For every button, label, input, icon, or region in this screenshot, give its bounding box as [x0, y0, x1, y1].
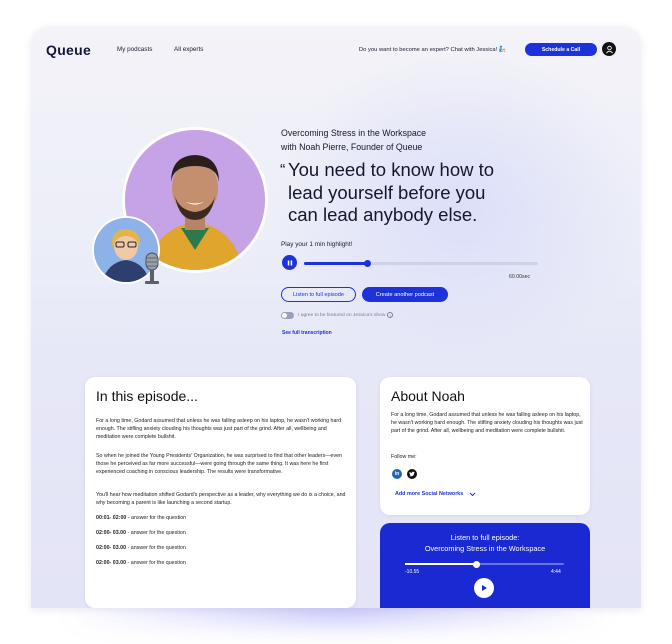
- genie-icon: 🧞: [498, 47, 507, 53]
- linkedin-icon[interactable]: in: [392, 469, 402, 479]
- nav-all-experts[interactable]: All experts: [174, 46, 203, 53]
- toggle-knob: [282, 313, 287, 318]
- episode-title: Overcoming Stress in the Workspace: [281, 128, 427, 138]
- pause-button[interactable]: [282, 255, 297, 270]
- feature-consent-text: I agree to be featured on Jessica's show: [298, 312, 386, 318]
- microphone-glyph: [145, 252, 159, 284]
- add-social-networks-label: Add more Social Networks: [395, 491, 464, 497]
- pause-icon: [287, 260, 292, 265]
- feature-consent-label: I agree to be featured on Jessica's show…: [298, 312, 394, 318]
- timeline-item[interactable]: 00:01- 02:00 - answer for the question: [96, 515, 186, 521]
- about-text: For a long time, Godard assumed that unl…: [391, 412, 583, 434]
- timeline-item[interactable]: 02:00- 03.00 - answer for the question: [96, 560, 186, 566]
- player-label: Listen to full episode:: [450, 533, 520, 542]
- player-progress-bar[interactable]: [405, 560, 564, 568]
- quote-line: You need to know how to: [288, 159, 495, 180]
- twitter-icon[interactable]: [407, 469, 417, 479]
- chat-prompt-text[interactable]: Do you want to become an expert? Chat wi…: [359, 47, 497, 53]
- play-button[interactable]: [474, 578, 494, 598]
- logo[interactable]: Queue: [46, 42, 91, 58]
- timeline-item[interactable]: 02:00- 03.00 - answer for the question: [96, 530, 186, 536]
- episode-quote: “ You need to know how to lead yourself …: [280, 159, 560, 227]
- play-icon: [482, 585, 487, 591]
- timeline-text: - answer for the question: [126, 515, 187, 521]
- highlight-progress-bar[interactable]: [304, 259, 538, 267]
- schedule-call-button[interactable]: Schedule a Call: [525, 43, 597, 56]
- timeline-text: - answer for the question: [126, 545, 186, 551]
- nav-my-podcasts[interactable]: My podcasts: [117, 46, 152, 53]
- timeline-text: - answer for the question: [126, 530, 186, 536]
- player-progress-fill: [405, 563, 477, 565]
- player-total-time: 4:44: [551, 569, 561, 575]
- quote-mark: “: [280, 162, 286, 179]
- quote-line: lead yourself before you: [288, 181, 486, 203]
- timeline-text: - answer for the question: [126, 560, 186, 566]
- highlight-duration: 60.00sec: [509, 274, 531, 280]
- episode-subtitle: with Noah Pierre, Founder of Queue: [281, 142, 423, 152]
- episode-card: In this episode... For a long time, Goda…: [85, 377, 356, 608]
- player-elapsed-time: -10.55: [405, 569, 420, 575]
- info-icon[interactable]: i: [387, 312, 394, 318]
- twitter-glyph: [409, 471, 415, 477]
- episode-paragraph: For a long time, Godard assumed that unl…: [96, 418, 342, 440]
- timeline-time: 02:00- 03.00: [96, 530, 127, 536]
- timeline-time: 02:00- 03.00: [96, 545, 127, 551]
- player-title: Overcoming Stress in the Workspace: [424, 544, 546, 553]
- episode-paragraph: So when he joined the Young Presidents' …: [96, 453, 343, 475]
- timeline-item[interactable]: 02:00- 03.00 - answer for the question: [96, 545, 186, 551]
- feature-consent-toggle[interactable]: [281, 312, 294, 319]
- listen-full-episode-button[interactable]: Listen to full episode: [281, 287, 356, 302]
- create-podcast-button[interactable]: Create another podcast: [362, 287, 448, 302]
- quote-line: can lead anybody else.: [288, 204, 478, 225]
- about-card-title: About Noah: [391, 388, 465, 404]
- episode-paragraph: You'll hear how meditation shifted Godar…: [96, 492, 346, 506]
- chevron-down-icon: [469, 492, 476, 496]
- microphone-icon: [143, 252, 161, 289]
- highlight-progress-fill: [304, 262, 368, 265]
- about-card: About Noah For a long time, Godard assum…: [380, 377, 590, 515]
- episode-player-card: Listen to full episode: Overcoming Stres…: [380, 523, 590, 608]
- user-icon[interactable]: [602, 42, 616, 56]
- follow-label: Follow me:: [391, 454, 417, 460]
- timeline-time: 02:00- 03.00: [96, 560, 127, 566]
- add-social-networks-button[interactable]: Add more Social Networks: [395, 491, 476, 497]
- player-progress-handle[interactable]: [473, 560, 481, 568]
- highlight-label: Play your 1 min highlight!: [281, 241, 353, 248]
- episode-card-title: In this episode...: [96, 388, 198, 404]
- user-glyph: [605, 45, 613, 53]
- highlight-progress-handle[interactable]: [363, 259, 371, 267]
- chat-prompt[interactable]: Do you want to become an expert? Chat wi…: [359, 46, 506, 53]
- full-transcription-link[interactable]: See full transcription: [282, 330, 332, 336]
- timeline-time: 00:01- 02:00: [96, 515, 127, 521]
- app-window: Queue My podcasts All experts Do you wan…: [31, 26, 641, 608]
